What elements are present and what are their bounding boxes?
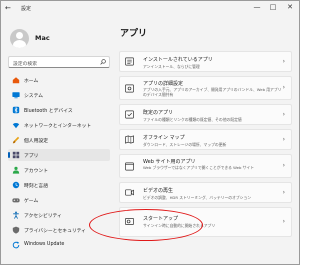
offline-map-icon [125,135,134,144]
sidebar-item-home[interactable]: ホーム [8,74,110,86]
search-input[interactable]: 設定の検索 [8,56,110,68]
card-installed-apps[interactable]: インストールされているアプリ アンインストール、ならびに管理 › [119,51,292,72]
card-title: インストールされているアプリ [143,57,213,63]
back-button[interactable]: ← [5,4,11,12]
update-icon [12,241,20,249]
sidebar-item-label: Windows Update [24,242,65,247]
card-title: オフライン マップ [143,135,185,141]
sidebar-item-bluetooth[interactable]: Bluetooth とデバイス [8,104,110,116]
sidebar-item-label: ネットワークとインターネット [24,124,92,129]
sidebar-item-accounts[interactable]: アカウント [8,164,110,176]
minimize-button[interactable]: — [251,3,263,11]
card-description: ダウンロード、ストレージの場所、マップの更新 [143,142,227,147]
sidebar-item-system[interactable]: システム [8,89,110,101]
bluetooth-icon [12,106,20,114]
sidebar-item-label: プライバシーとセキュリティ [24,229,86,234]
app-settings-icon [125,84,134,93]
card-description: アンインストール、ならびに管理 [143,64,200,69]
card-description: Web ブラウザーではなくアプリで開くことができる Web サイト [143,165,254,170]
sidebar-item-personalization[interactable]: 個人用設定 [8,134,110,146]
gamepad-icon [12,198,20,203]
card-description: ビデオの調整、HDR ストリーミング、バッテリーのオプション [143,195,252,200]
chevron-right-icon: › [282,162,285,169]
maximize-button[interactable]: □ [267,3,279,11]
user-name: Mac [35,34,50,42]
monitor-icon [12,92,20,99]
accessibility-icon [13,211,19,219]
card-title: 既定のアプリ [143,110,174,116]
home-icon [12,77,20,84]
apps-icon [12,151,20,159]
window-title: 設定 [21,6,32,12]
chevron-right-icon: › [282,84,285,91]
sidebar-item-label: アクセシビリティ [24,214,62,219]
sidebar-item-label: システム [24,94,44,99]
sidebar-item-label: 個人用設定 [24,139,48,144]
shield-icon [12,226,20,234]
card-video-playback[interactable]: ビデオの再生 ビデオの調整、HDR ストリーミング、バッテリーのオプション › [119,182,292,203]
installed-apps-icon [125,57,134,66]
wifi-icon [12,122,20,129]
chevron-right-icon: › [282,218,285,225]
sidebar-item-label: ホーム [24,79,39,84]
person-icon [12,166,20,174]
globe-clock-icon [12,181,20,189]
highlight-annotation [89,209,203,241]
card-title: Web サイト用のアプリ [143,159,196,165]
sidebar-item-windows-update[interactable]: Windows Update [8,239,110,251]
card-apps-for-websites[interactable]: Web サイト用のアプリ Web ブラウザーではなくアプリで開くことができる W… [119,154,292,178]
settings-window: ← 設定 — □ ✕ Mac 設定の検索 ホーム システム Bluetooth … [0,0,300,265]
sidebar-item-label: 時刻と言語 [24,184,48,189]
chevron-right-icon: › [282,136,285,143]
page-title: アプリ [120,29,148,39]
sidebar-item-time-language[interactable]: 時刻と言語 [8,179,110,191]
sidebar-item-apps[interactable]: アプリ [8,149,110,161]
card-advanced-app-settings[interactable]: アプリの詳細設定 アプリの入手元、アプリのアーカイブ、開発用アプリのバンドル、W… [119,76,292,100]
search-placeholder: 設定の検索 [13,61,37,67]
card-offline-maps[interactable]: オフライン マップ ダウンロード、ストレージの場所、マップの更新 › [119,129,292,150]
chevron-right-icon: › [282,58,285,65]
card-description: ファイルの種類とリンクの種類の既定値、その他の既定値 [143,117,242,122]
sidebar-item-label: アプリ [24,154,39,159]
sidebar-item-gaming[interactable]: ゲーム [8,194,110,206]
sidebar-item-label: アカウント [24,169,48,174]
web-apps-icon [125,162,134,171]
search-icon [100,59,106,65]
default-apps-icon [125,110,134,119]
avatar[interactable] [10,29,29,48]
video-icon [125,189,134,196]
card-title: アプリの詳細設定 [143,81,184,87]
sidebar-item-label: Bluetooth とデバイス [24,109,73,114]
close-button[interactable]: ✕ [284,3,296,11]
title-bar: ← 設定 — □ ✕ [1,1,299,17]
sidebar-item-label: ゲーム [24,199,39,204]
chevron-right-icon: › [282,111,285,118]
brush-icon [12,136,20,144]
card-description: アプリの入手元、アプリのアーカイブ、開発用アプリのバンドル、Web 用アプリのデ… [143,87,282,97]
sidebar-item-network[interactable]: ネットワークとインターネット [8,119,110,131]
chevron-right-icon: › [282,189,285,196]
card-default-apps[interactable]: 既定のアプリ ファイルの種類とリンクの種類の既定値、その他の既定値 › [119,104,292,125]
card-title: ビデオの再生 [143,188,174,194]
